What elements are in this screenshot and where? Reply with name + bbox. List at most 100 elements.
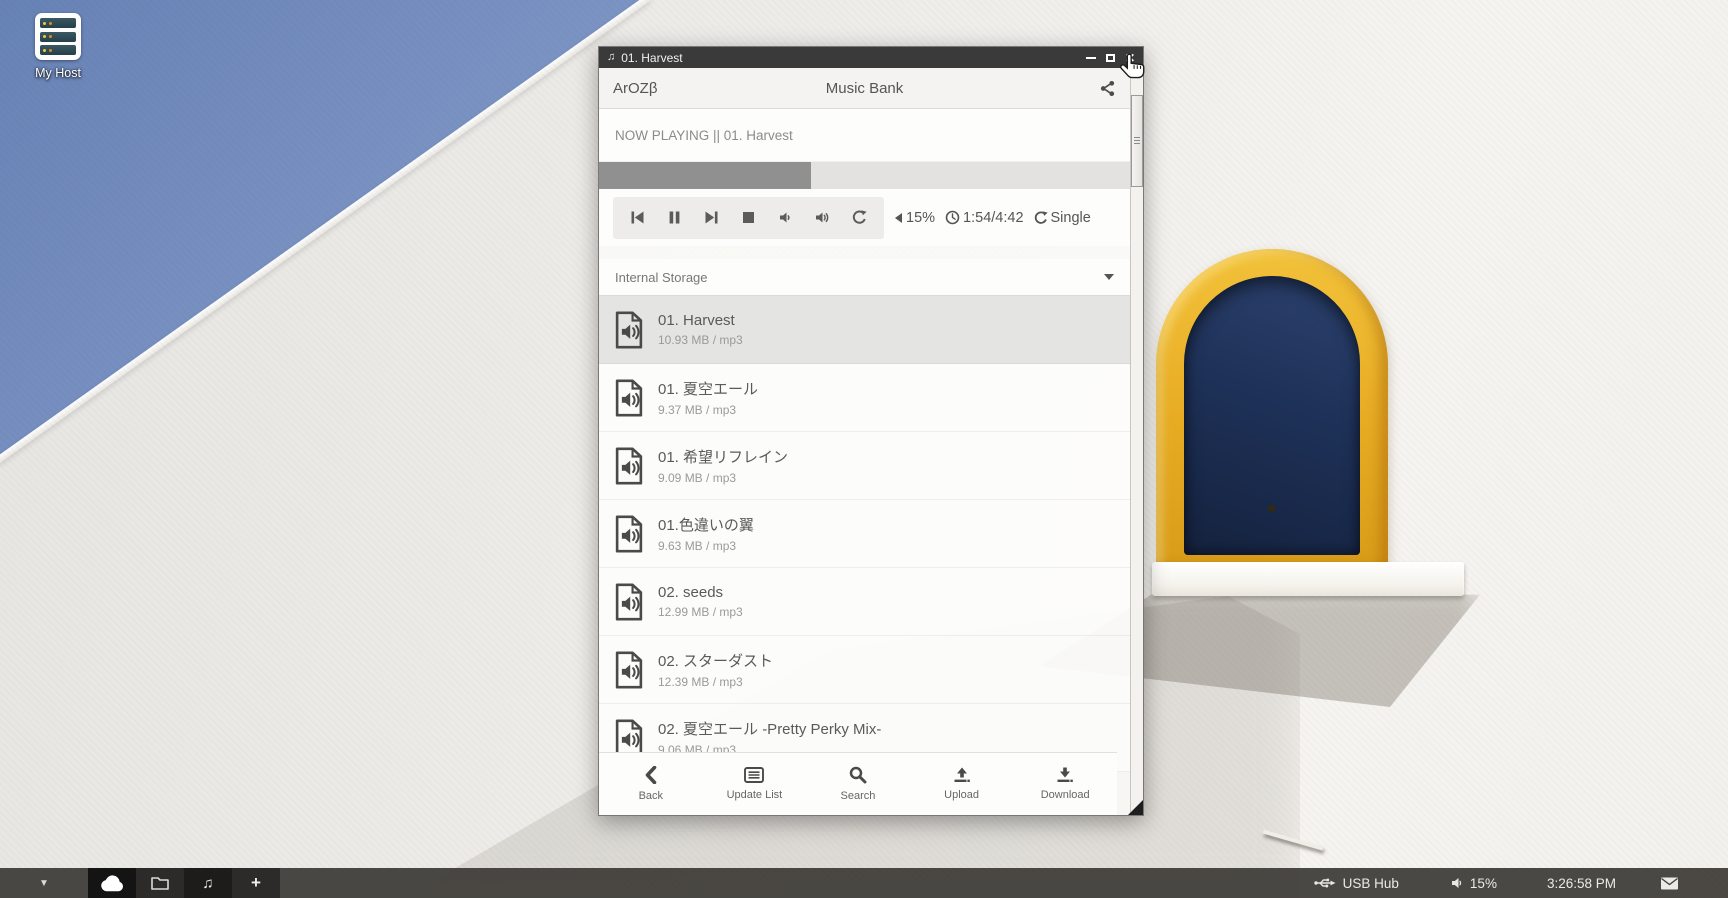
- next-icon: [704, 210, 719, 225]
- back-icon: [645, 766, 657, 784]
- repeat-icon: [852, 210, 867, 225]
- minimize-button[interactable]: [1086, 57, 1096, 59]
- wallpaper-window-sill: [1152, 562, 1464, 596]
- audio-file-icon: [613, 311, 645, 349]
- track-title: 01. 夏空エール: [658, 378, 758, 399]
- tool-label: Update List: [727, 789, 783, 801]
- track-title: 01. Harvest: [658, 312, 743, 329]
- taskbar-cloud-button[interactable]: [88, 868, 136, 898]
- audio-file-icon: [613, 515, 645, 553]
- play-mode-value: Single: [1051, 210, 1091, 226]
- clock: 3:26:58 PM: [1547, 876, 1616, 891]
- track-info: 01.色違いの翼 9.63 MB / mp3: [658, 514, 754, 553]
- messages-button[interactable]: [1660, 877, 1686, 890]
- brand-label: ArOZβ: [613, 80, 657, 97]
- track-title: 02. seeds: [658, 584, 743, 601]
- storage-selected-value: Internal Storage: [615, 270, 708, 285]
- wallpaper-arch-keyhole: [1268, 505, 1275, 512]
- desktop-icon-my-host[interactable]: My Host: [14, 13, 102, 80]
- track-title: 02. スターダスト: [658, 650, 773, 671]
- chevron-down-icon: [1104, 274, 1114, 280]
- repeat-button[interactable]: [841, 197, 878, 239]
- track-info: 01. 希望リフレイン 9.09 MB / mp3: [658, 446, 788, 485]
- player-controls: 15% 1:54/4:42 Single: [599, 189, 1130, 246]
- usb-hub-status[interactable]: USB Hub: [1314, 876, 1399, 891]
- taskbar-menu-caret[interactable]: ▼: [0, 868, 88, 898]
- play-mode-toggle[interactable]: Single: [1034, 210, 1091, 226]
- window-title: 01. Harvest: [621, 51, 682, 65]
- back-button[interactable]: Back: [599, 753, 703, 815]
- search-button[interactable]: Search: [806, 753, 910, 815]
- track-row[interactable]: 01. 希望リフレイン 9.09 MB / mp3: [599, 432, 1130, 500]
- music-note-icon: ♫: [607, 52, 615, 63]
- volume-down-icon: [778, 210, 793, 225]
- caret-down-icon: ▼: [39, 878, 49, 889]
- time-indicator: 1:54/4:42: [945, 210, 1023, 226]
- volume-status-label: 15%: [1470, 876, 1497, 891]
- track-info: 01. 夏空エール 9.37 MB / mp3: [658, 378, 758, 417]
- clock-icon: [945, 210, 960, 225]
- server-bay: [40, 45, 76, 55]
- seek-bar[interactable]: [599, 162, 1130, 189]
- usb-hub-label: USB Hub: [1343, 876, 1399, 891]
- track-info: 01. Harvest 10.93 MB / mp3: [658, 312, 743, 347]
- taskbar-files-button[interactable]: [136, 868, 184, 898]
- scrollbar-thumb[interactable]: [1131, 95, 1143, 187]
- tool-label: Upload: [944, 789, 979, 801]
- search-icon: [849, 766, 867, 784]
- track-meta: 9.63 MB / mp3: [658, 539, 754, 553]
- track-title: 01. 希望リフレイン: [658, 446, 788, 467]
- audio-file-icon: [613, 447, 645, 485]
- update-list-icon: [744, 767, 764, 783]
- pause-button[interactable]: [656, 197, 693, 239]
- window-titlebar[interactable]: ♫ 01. Harvest ✕: [599, 47, 1143, 68]
- track-row[interactable]: 02. seeds 12.99 MB / mp3: [599, 568, 1130, 636]
- next-track-button[interactable]: [693, 197, 730, 239]
- track-info: 02. seeds 12.99 MB / mp3: [658, 584, 743, 619]
- track-info: 02. スターダスト 12.39 MB / mp3: [658, 650, 773, 689]
- server-bay: [40, 32, 76, 42]
- window-resize-grip[interactable]: [1128, 800, 1143, 815]
- volume-up-button[interactable]: [804, 197, 841, 239]
- volume-down-button[interactable]: [767, 197, 804, 239]
- track-row[interactable]: 02. スターダスト 12.39 MB / mp3: [599, 636, 1130, 704]
- mode-repeat-icon: [1034, 211, 1048, 225]
- audio-file-icon: [613, 379, 645, 417]
- maximize-button[interactable]: [1106, 54, 1115, 62]
- download-button[interactable]: Download: [1013, 753, 1117, 815]
- track-row[interactable]: 01. Harvest 10.93 MB / mp3: [599, 296, 1130, 364]
- stop-button[interactable]: [730, 197, 767, 239]
- close-button[interactable]: ✕: [1125, 52, 1135, 64]
- upload-button[interactable]: Upload: [910, 753, 1014, 815]
- clock-label: 3:26:58 PM: [1547, 876, 1616, 891]
- desktop-icon-label: My Host: [14, 66, 102, 80]
- app-header: ArOZβ Music Bank: [599, 68, 1130, 109]
- now-playing-banner: NOW PLAYING || 01. Harvest: [599, 109, 1130, 162]
- wallpaper-arch-glass: [1184, 276, 1360, 555]
- audio-file-icon: [613, 583, 645, 621]
- track-title: 01.色違いの翼: [658, 514, 754, 535]
- share-icon: [1099, 80, 1116, 97]
- storage-selector[interactable]: Internal Storage: [599, 259, 1130, 296]
- window-scrollbar[interactable]: [1130, 68, 1143, 815]
- taskbar-status-area: USB Hub 15% 3:26:58 PM: [1314, 868, 1728, 898]
- bottom-toolbar: Back Update List Search Upload Download: [599, 752, 1117, 815]
- track-meta: 12.39 MB / mp3: [658, 675, 773, 689]
- taskbar-add-button[interactable]: +: [232, 868, 280, 898]
- taskbar-music-button[interactable]: ♫: [184, 868, 232, 898]
- time-value: 1:54/4:42: [963, 210, 1023, 226]
- speaker-icon: [1451, 877, 1463, 889]
- audio-file-icon: [613, 719, 645, 757]
- track-row[interactable]: 01. 夏空エール 9.37 MB / mp3: [599, 364, 1130, 432]
- tool-label: Search: [841, 790, 876, 802]
- volume-indicator: 15%: [894, 210, 935, 226]
- volume-triangle-icon: [894, 212, 903, 224]
- volume-status[interactable]: 15%: [1451, 876, 1497, 891]
- share-button[interactable]: [1099, 80, 1116, 97]
- previous-track-button[interactable]: [619, 197, 656, 239]
- previous-icon: [630, 210, 645, 225]
- track-meta: 10.93 MB / mp3: [658, 333, 743, 347]
- update-list-button[interactable]: Update List: [703, 753, 807, 815]
- envelope-icon: [1660, 877, 1679, 890]
- track-row[interactable]: 01.色違いの翼 9.63 MB / mp3: [599, 500, 1130, 568]
